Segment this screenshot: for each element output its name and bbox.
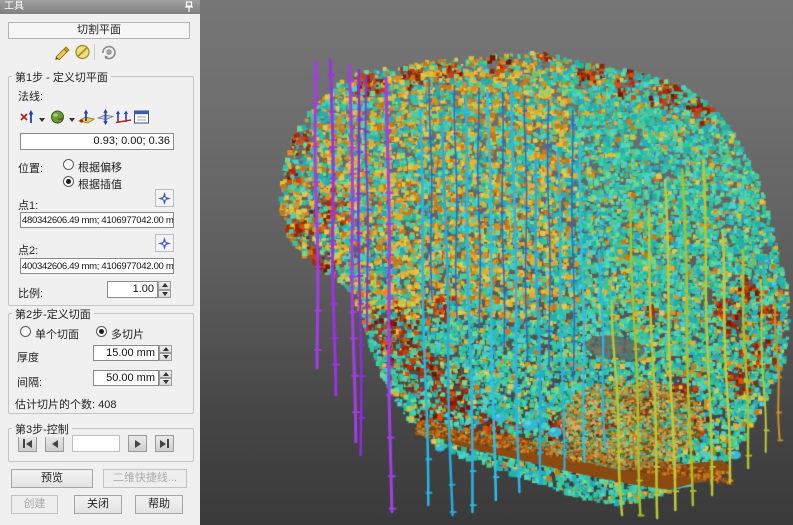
scale-field[interactable]: 1.00 bbox=[107, 281, 158, 298]
normal-vector-field[interactable]: 0.93; 0.00; 0.36 bbox=[20, 133, 174, 150]
radio-single-section-label[interactable]: 单个切面 bbox=[35, 326, 79, 342]
radio-by-values-label[interactable]: 根据插值 bbox=[78, 176, 122, 192]
thickness-label: 厚度 bbox=[17, 349, 39, 365]
edit-plane-icon[interactable] bbox=[54, 44, 71, 60]
pick-axis-icon[interactable] bbox=[19, 109, 36, 125]
spinner-up-icon[interactable] bbox=[159, 345, 172, 353]
grab-rotate-icon[interactable] bbox=[100, 44, 117, 60]
radio-multi-slices[interactable] bbox=[96, 326, 107, 337]
last-slice-button[interactable] bbox=[155, 435, 174, 452]
create-button: 创建 bbox=[11, 495, 58, 514]
pin-icon[interactable] bbox=[184, 1, 194, 13]
spacing-spinner[interactable] bbox=[159, 370, 172, 386]
tools-dock-panel: 工具 切割平面 第1步 - 定义切平面 bbox=[0, 0, 200, 525]
next-triangle-icon bbox=[135, 440, 141, 448]
3d-viewport[interactable] bbox=[200, 0, 793, 525]
pick-sphere-icon[interactable] bbox=[49, 109, 66, 125]
pick-axis-dropdown-icon[interactable] bbox=[39, 118, 45, 125]
normal-label: 法线: bbox=[18, 88, 43, 104]
point1-label: 点1: bbox=[18, 197, 38, 213]
spinner-down-icon[interactable] bbox=[159, 353, 172, 361]
pick-sphere-dropdown-icon[interactable] bbox=[69, 118, 75, 125]
shortcut-2d-button: 二维快捷线... bbox=[103, 469, 187, 488]
help-button[interactable]: 帮助 bbox=[135, 495, 183, 514]
pick-plane-icon[interactable] bbox=[78, 109, 95, 125]
pick-point-icon bbox=[158, 237, 171, 250]
spinner-up-icon[interactable] bbox=[159, 370, 172, 378]
point-cloud-render[interactable] bbox=[200, 0, 793, 525]
dialog-header: 切割平面 bbox=[8, 22, 190, 39]
forbid-icon[interactable] bbox=[74, 44, 91, 60]
position-label: 位置: bbox=[18, 160, 43, 176]
step3-group-title: 第3步-控制 bbox=[12, 421, 72, 437]
preview-button[interactable]: 预览 bbox=[11, 469, 93, 488]
dialog-header-label: 切割平面 bbox=[77, 24, 121, 36]
previous-slice-button[interactable] bbox=[45, 435, 64, 452]
point2-label: 点2: bbox=[18, 242, 38, 258]
next-slice-button[interactable] bbox=[128, 435, 147, 452]
previous-triangle-icon bbox=[52, 440, 58, 448]
invert-normal-icon[interactable] bbox=[97, 109, 114, 125]
scale-label: 比例: bbox=[18, 285, 43, 301]
application-window: 工具 切割平面 第1步 - 定义切平面 bbox=[0, 0, 793, 525]
first-bar-icon bbox=[23, 439, 25, 448]
step2-group-title: 第2步-定义切面 bbox=[12, 306, 94, 322]
first-slice-button[interactable] bbox=[18, 435, 37, 452]
spacing-field[interactable]: 50.00 mm bbox=[93, 370, 159, 386]
radio-by-offset-label[interactable]: 根据偏移 bbox=[78, 159, 122, 175]
point1-field[interactable]: 480342606.49 mm; 4106977042.00 mm bbox=[20, 212, 174, 228]
scale-spinner[interactable] bbox=[158, 281, 171, 298]
pick-point2-button[interactable] bbox=[155, 234, 174, 252]
normal-dialog-icon[interactable] bbox=[133, 109, 150, 125]
toolbar-separator bbox=[94, 44, 95, 60]
radio-by-values[interactable] bbox=[63, 176, 74, 187]
radio-multi-slices-label[interactable]: 多切片 bbox=[111, 326, 144, 342]
panel-titlebar: 工具 bbox=[0, 0, 200, 14]
previous-triangle-icon bbox=[26, 440, 32, 448]
last-bar-icon bbox=[167, 439, 169, 448]
slice-index-field[interactable] bbox=[72, 435, 120, 452]
pick-point1-button[interactable] bbox=[155, 189, 174, 207]
spinner-down-icon[interactable] bbox=[159, 378, 172, 386]
thickness-spinner[interactable] bbox=[159, 345, 172, 361]
close-button[interactable]: 关闭 bbox=[74, 495, 122, 514]
estimated-slices-text: 估计切片的个数: 408 bbox=[15, 396, 116, 412]
point2-field[interactable]: 400342606.49 mm; 4106977042.00 mm bbox=[20, 258, 174, 274]
align-normal-icon[interactable] bbox=[115, 109, 132, 125]
thickness-field[interactable]: 15.00 mm bbox=[93, 345, 159, 361]
spinner-up-icon[interactable] bbox=[158, 281, 171, 290]
spinner-down-icon[interactable] bbox=[158, 290, 171, 299]
step1-group-title: 第1步 - 定义切平面 bbox=[12, 69, 111, 85]
next-triangle-icon bbox=[160, 440, 166, 448]
panel-title: 工具 bbox=[4, 1, 24, 12]
pick-point-icon bbox=[158, 192, 171, 205]
radio-single-section[interactable] bbox=[20, 326, 31, 337]
radio-by-offset[interactable] bbox=[63, 159, 74, 170]
spacing-label: 间隔: bbox=[17, 374, 42, 390]
